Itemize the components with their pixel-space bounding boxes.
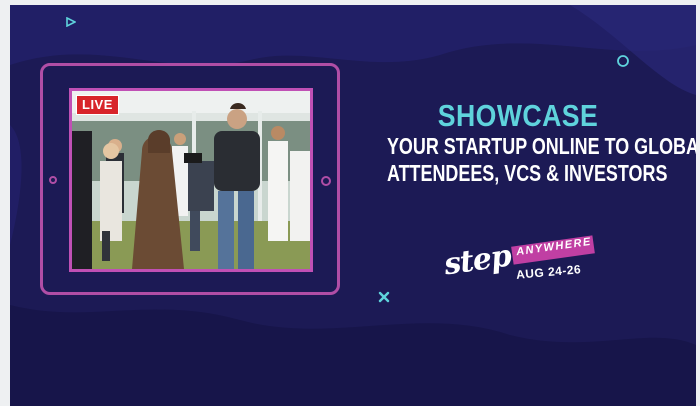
crowd-scene	[72, 91, 310, 269]
camera-dot-icon	[49, 176, 57, 184]
event-logo: step ANYWHERE AUG 24-26	[440, 235, 600, 295]
headline-subtitle-line1: YOUR STARTUP ONLINE TO GLOBAL	[386, 133, 696, 159]
circle-outline-icon	[617, 55, 629, 67]
home-button-icon	[321, 176, 331, 186]
event-dates: AUG 24-26	[515, 262, 582, 282]
live-badge: LIVE	[76, 95, 119, 115]
promo-banner: LIVE SHOWCASE YOUR STARTUP ONLINE TO GLO…	[10, 5, 696, 406]
play-triangle-icon	[66, 17, 76, 27]
event-photo: LIVE	[69, 88, 313, 272]
tablet-frame: LIVE	[40, 63, 340, 295]
headline-block: SHOWCASE YOUR STARTUP ONLINE TO GLOBAL A…	[350, 98, 696, 187]
headline-subtitle-line2: ATTENDEES, VCS & INVESTORS	[386, 160, 668, 186]
cross-icon	[378, 291, 390, 303]
brand-name: step	[441, 238, 513, 283]
headline-title: SHOWCASE	[437, 98, 599, 133]
